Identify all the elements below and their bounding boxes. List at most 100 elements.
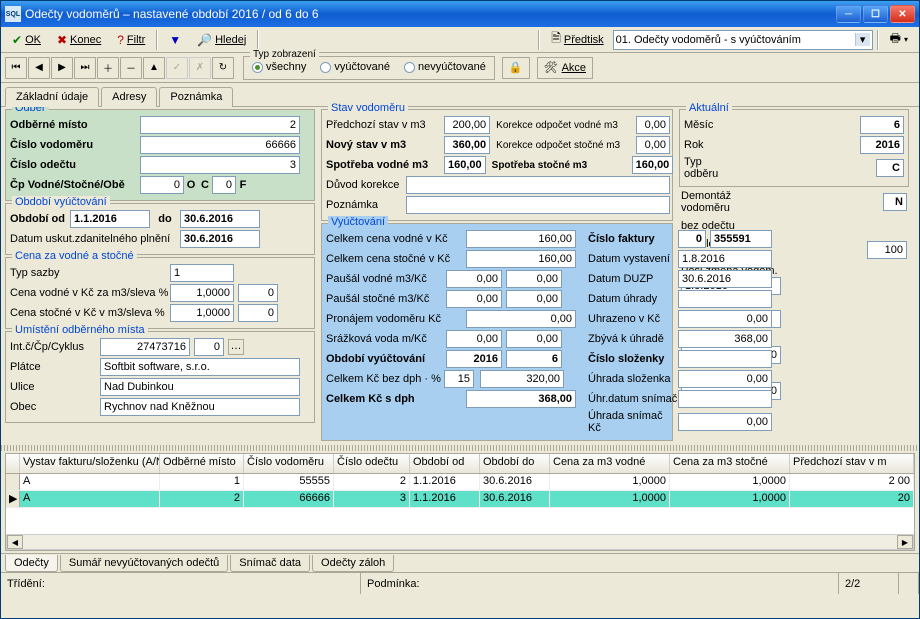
cislo-faktury2-input[interactable]: 355591 xyxy=(710,230,772,248)
splitter[interactable] xyxy=(1,445,919,451)
celkem-bez-dph-input[interactable]: 320,00 xyxy=(480,370,564,388)
first-button[interactable]: ⏮ xyxy=(5,57,27,79)
cena-vodne-input[interactable]: 1,0000 xyxy=(170,284,234,302)
duzp-input[interactable]: 30.6.2016 xyxy=(180,230,260,248)
sleva-stocne-input[interactable]: 0 xyxy=(238,304,278,322)
cislo-faktury1-input[interactable]: 0 xyxy=(678,230,706,248)
poznamka-input[interactable] xyxy=(406,196,670,214)
chevron-down-icon: ▾ xyxy=(855,33,870,46)
sleva-vodne-input[interactable]: 0 xyxy=(238,284,278,302)
zbyva-input[interactable]: 368,00 xyxy=(678,330,772,348)
spotreba-vodne-input[interactable]: 160,00 xyxy=(444,156,486,174)
srazkova-m-input[interactable]: 0,00 xyxy=(446,330,502,348)
cp-input[interactable]: 0 xyxy=(140,176,184,194)
uhr-datum-snimac-input[interactable] xyxy=(678,390,772,408)
rok-input[interactable]: 2016 xyxy=(860,136,904,154)
lookup-icon[interactable]: … xyxy=(228,339,244,355)
pct-deleni-input[interactable]: 100 xyxy=(867,241,907,259)
celkem-vodne-input[interactable]: 160,00 xyxy=(466,230,576,248)
ulice-input[interactable]: Nad Dubinkou xyxy=(100,378,300,396)
obdobi-od-input[interactable]: 1.1.2016 xyxy=(70,210,150,228)
cislo-vodomeru-input[interactable]: 66666 xyxy=(140,136,300,154)
cancel-button[interactable]: ✗ xyxy=(189,57,211,79)
obec-input[interactable]: Rychnov nad Kněžnou xyxy=(100,398,300,416)
btab-odecty[interactable]: Odečty xyxy=(5,555,58,572)
hledej-button[interactable]: 🔎Hledej xyxy=(190,29,253,51)
check-icon: ✔ xyxy=(12,33,22,47)
datum-duzp-input[interactable]: 30.6.2016 xyxy=(678,270,772,288)
last-button[interactable]: ⏭ xyxy=(74,57,96,79)
intc-input[interactable]: 27473716 xyxy=(100,338,190,356)
konec-button[interactable]: ✖Konec xyxy=(50,29,108,51)
filtr-button[interactable]: ?Filtr xyxy=(110,29,152,51)
next-button[interactable]: ▶ xyxy=(51,57,73,79)
refresh-button[interactable]: ↻ xyxy=(212,57,234,79)
close-button[interactable]: ✕ xyxy=(890,5,915,23)
datum-uhrady-input[interactable] xyxy=(678,290,772,308)
f0-input[interactable]: 0 xyxy=(212,176,236,194)
radio-vyuctovane[interactable]: vyúčtované xyxy=(320,61,390,73)
predtisk-select[interactable]: 01. Odečty vodoměrů - s vyúčtováním▾ xyxy=(613,30,873,50)
table-row[interactable]: A15555521.1.201630.6.20161,00001,00002 0… xyxy=(6,474,914,491)
uhrazeno-input[interactable]: 0,00 xyxy=(678,310,772,328)
uhrada-snimac-input[interactable]: 0,00 xyxy=(678,413,772,431)
btab-snimac[interactable]: Snímač data xyxy=(230,555,310,572)
table-row[interactable]: ▶A26666631.1.201630.6.20161,00001,000020 xyxy=(6,491,914,508)
pausal-vodne-kc-input[interactable]: 0,00 xyxy=(506,270,562,288)
lock-button[interactable]: 🔒 xyxy=(502,57,530,79)
prev-button[interactable]: ◀ xyxy=(28,57,50,79)
obdobi-rok-input[interactable]: 2016 xyxy=(446,350,502,368)
duvod-korekce-input[interactable] xyxy=(406,176,670,194)
maximize-button[interactable]: ☐ xyxy=(863,5,888,23)
cislo-slozenky-input[interactable] xyxy=(678,350,772,368)
confirm-button[interactable]: ✓ xyxy=(166,57,188,79)
celkem-stocne-input[interactable]: 160,00 xyxy=(466,250,576,268)
demontaz-input[interactable]: N xyxy=(883,193,907,211)
korekce-vodne-input[interactable]: 0,00 xyxy=(636,116,670,134)
data-grid[interactable]: Vystav fakturu/složenku (A/N) Odběrné mí… xyxy=(5,453,915,551)
minimize-button[interactable]: ─ xyxy=(836,5,861,23)
pausal-stocne-m3-input[interactable]: 0,00 xyxy=(446,290,502,308)
spotreba-stocne-input[interactable]: 160,00 xyxy=(632,156,674,174)
cislo-odectu-input[interactable]: 3 xyxy=(140,156,300,174)
predtisk-button[interactable]: 🗎Předtisk xyxy=(544,29,610,51)
celkem-s-dph-input[interactable]: 368,00 xyxy=(466,390,576,408)
tab-adresy[interactable]: Adresy xyxy=(101,87,157,107)
scroll-left-button[interactable]: ◀ xyxy=(7,535,23,549)
tab-poznamka[interactable]: Poznámka xyxy=(159,87,233,107)
obdobi-mesic-input[interactable]: 6 xyxy=(506,350,562,368)
pausal-vodne-m3-input[interactable]: 0,00 xyxy=(446,270,502,288)
cyklus-input[interactable]: 0 xyxy=(194,338,224,356)
mesic-input[interactable]: 6 xyxy=(860,116,904,134)
tab-zakladni-udaje[interactable]: Základní údaje xyxy=(5,87,99,107)
pausal-stocne-kc-input[interactable]: 0,00 xyxy=(506,290,562,308)
print-button[interactable]: 🖶▾ xyxy=(883,29,915,51)
radio-vsechny[interactable]: všechny xyxy=(252,61,306,73)
grid-header: Vystav fakturu/složenku (A/N) Odběrné mí… xyxy=(6,454,914,474)
obdobi-do-input[interactable]: 30.6.2016 xyxy=(180,210,260,228)
cena-stocne-input[interactable]: 1,0000 xyxy=(170,304,234,322)
ok-button[interactable]: ✔OK xyxy=(5,29,48,51)
platce-input[interactable]: Softbit software, s.r.o. xyxy=(100,358,300,376)
add-button[interactable]: ＋ xyxy=(97,57,119,79)
predchozi-stav-input[interactable]: 200,00 xyxy=(444,116,490,134)
radio-nevyuctovane[interactable]: nevyúčtované xyxy=(404,61,486,73)
akce-button[interactable]: 🛠Akce xyxy=(537,57,593,79)
typ-odberu-input[interactable]: C xyxy=(876,159,904,177)
scroll-right-button[interactable]: ▶ xyxy=(897,535,913,549)
korekce-stocne-input[interactable]: 0,00 xyxy=(636,136,670,154)
btab-odecty-zaloh[interactable]: Odečty záloh xyxy=(312,555,394,572)
filter-icon-button[interactable]: ▼ xyxy=(162,29,188,51)
edit-button[interactable]: ▲ xyxy=(143,57,165,79)
odberne-misto-input[interactable]: 2 xyxy=(140,116,300,134)
uhrada-slozenka-input[interactable]: 0,00 xyxy=(678,370,772,388)
datum-vystaveni-input[interactable]: 1.8.2016 xyxy=(678,250,772,268)
typ-sazby-input[interactable]: 1 xyxy=(170,264,234,282)
btab-sumar[interactable]: Sumář nevyúčtovaných odečtů xyxy=(60,555,228,572)
pronajem-input[interactable]: 0,00 xyxy=(466,310,576,328)
remove-button[interactable]: － xyxy=(120,57,142,79)
novy-stav-input[interactable]: 360,00 xyxy=(444,136,490,154)
srazkova-kc-input[interactable]: 0,00 xyxy=(506,330,562,348)
dph-pct-input[interactable]: 15 xyxy=(444,370,474,388)
grid-h-scrollbar[interactable]: ◀ ▶ xyxy=(6,534,914,550)
